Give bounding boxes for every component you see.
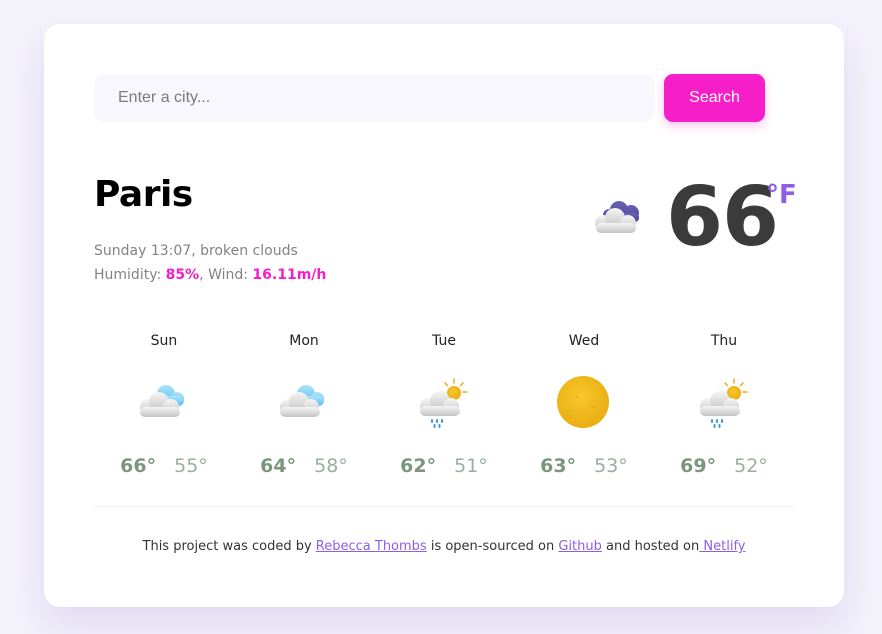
current-temperature: 66 [666, 170, 779, 265]
forecast-day: Wed 63° 53° [514, 329, 654, 477]
humidity-label: Humidity: [94, 267, 162, 283]
forecast-day: Thu 69° 52° [654, 329, 794, 477]
date-description-line: Sunday 13:07, broken clouds [94, 243, 298, 259]
forecast-temps: 62° 51° [374, 455, 514, 477]
current-details: Sunday 13:07, broken clouds Humidity: 85… [94, 239, 326, 287]
wind-value: 16.11m/h [252, 267, 327, 283]
forecast-min-temp: 52° [734, 455, 768, 477]
forecast-max-temp: 64° [260, 455, 297, 477]
cloudy-icon [134, 376, 194, 432]
forecast-temps: 69° 52° [654, 455, 794, 477]
cloudy-icon [274, 376, 334, 432]
cloudy-dark-icon [589, 196, 649, 236]
forecast-max-temp: 69° [680, 455, 717, 477]
forecast-temps: 66° 55° [94, 455, 234, 477]
netlify-link[interactable]: Netlify [699, 539, 745, 554]
github-link[interactable]: Github [558, 539, 602, 554]
day-time: Sunday 13:07 [94, 243, 192, 259]
forecast-day-name: Wed [568, 333, 600, 349]
forecast-min-temp: 58° [314, 455, 348, 477]
forecast-day-name: Thu [710, 333, 738, 349]
weather-card: Search Paris Sunday 13:07, broken clouds… [44, 24, 844, 607]
forecast-day-name: Mon [289, 333, 319, 349]
footer-text: This project was coded by [142, 539, 316, 554]
forecast-temps: 64° 58° [234, 455, 374, 477]
sun-icon [554, 376, 614, 432]
forecast-day-name: Sun [150, 333, 178, 349]
temperature-unit-toggle[interactable]: °F [766, 180, 797, 210]
wind-label: Wind: [208, 267, 248, 283]
city-search-input[interactable] [94, 74, 654, 122]
forecast-max-temp: 62° [400, 455, 437, 477]
sun-rain-icon [694, 376, 754, 432]
forecast-day: Sun 66° 55° [94, 329, 234, 477]
search-button[interactable]: Search [664, 74, 765, 122]
author-link[interactable]: Rebecca Thombs [316, 539, 427, 554]
forecast-day: Tue 62° 51° [374, 329, 514, 477]
forecast-min-temp: 53° [594, 455, 628, 477]
humidity-wind-line: Humidity: 85%, Wind: 16.11m/h [94, 267, 327, 283]
humidity-value: 85% [165, 267, 200, 283]
forecast-max-temp: 66° [120, 455, 157, 477]
forecast-min-temp: 55° [174, 455, 208, 477]
sun-rain-icon [414, 376, 474, 432]
forecast-temps: 63° 53° [514, 455, 654, 477]
footer: This project was coded by Rebecca Thombs… [44, 539, 844, 554]
forecast-day-name: Tue [432, 333, 456, 349]
forecast-day: Mon 64° 58° [234, 329, 374, 477]
forecast-min-temp: 51° [454, 455, 488, 477]
forecast-max-temp: 63° [540, 455, 577, 477]
search-form: Search [94, 74, 765, 122]
footer-text: and hosted on [601, 539, 700, 554]
city-name: Paris [94, 174, 193, 215]
divider [94, 505, 794, 508]
weather-description: broken clouds [200, 243, 298, 259]
footer-text: is open-sourced on [426, 539, 559, 554]
